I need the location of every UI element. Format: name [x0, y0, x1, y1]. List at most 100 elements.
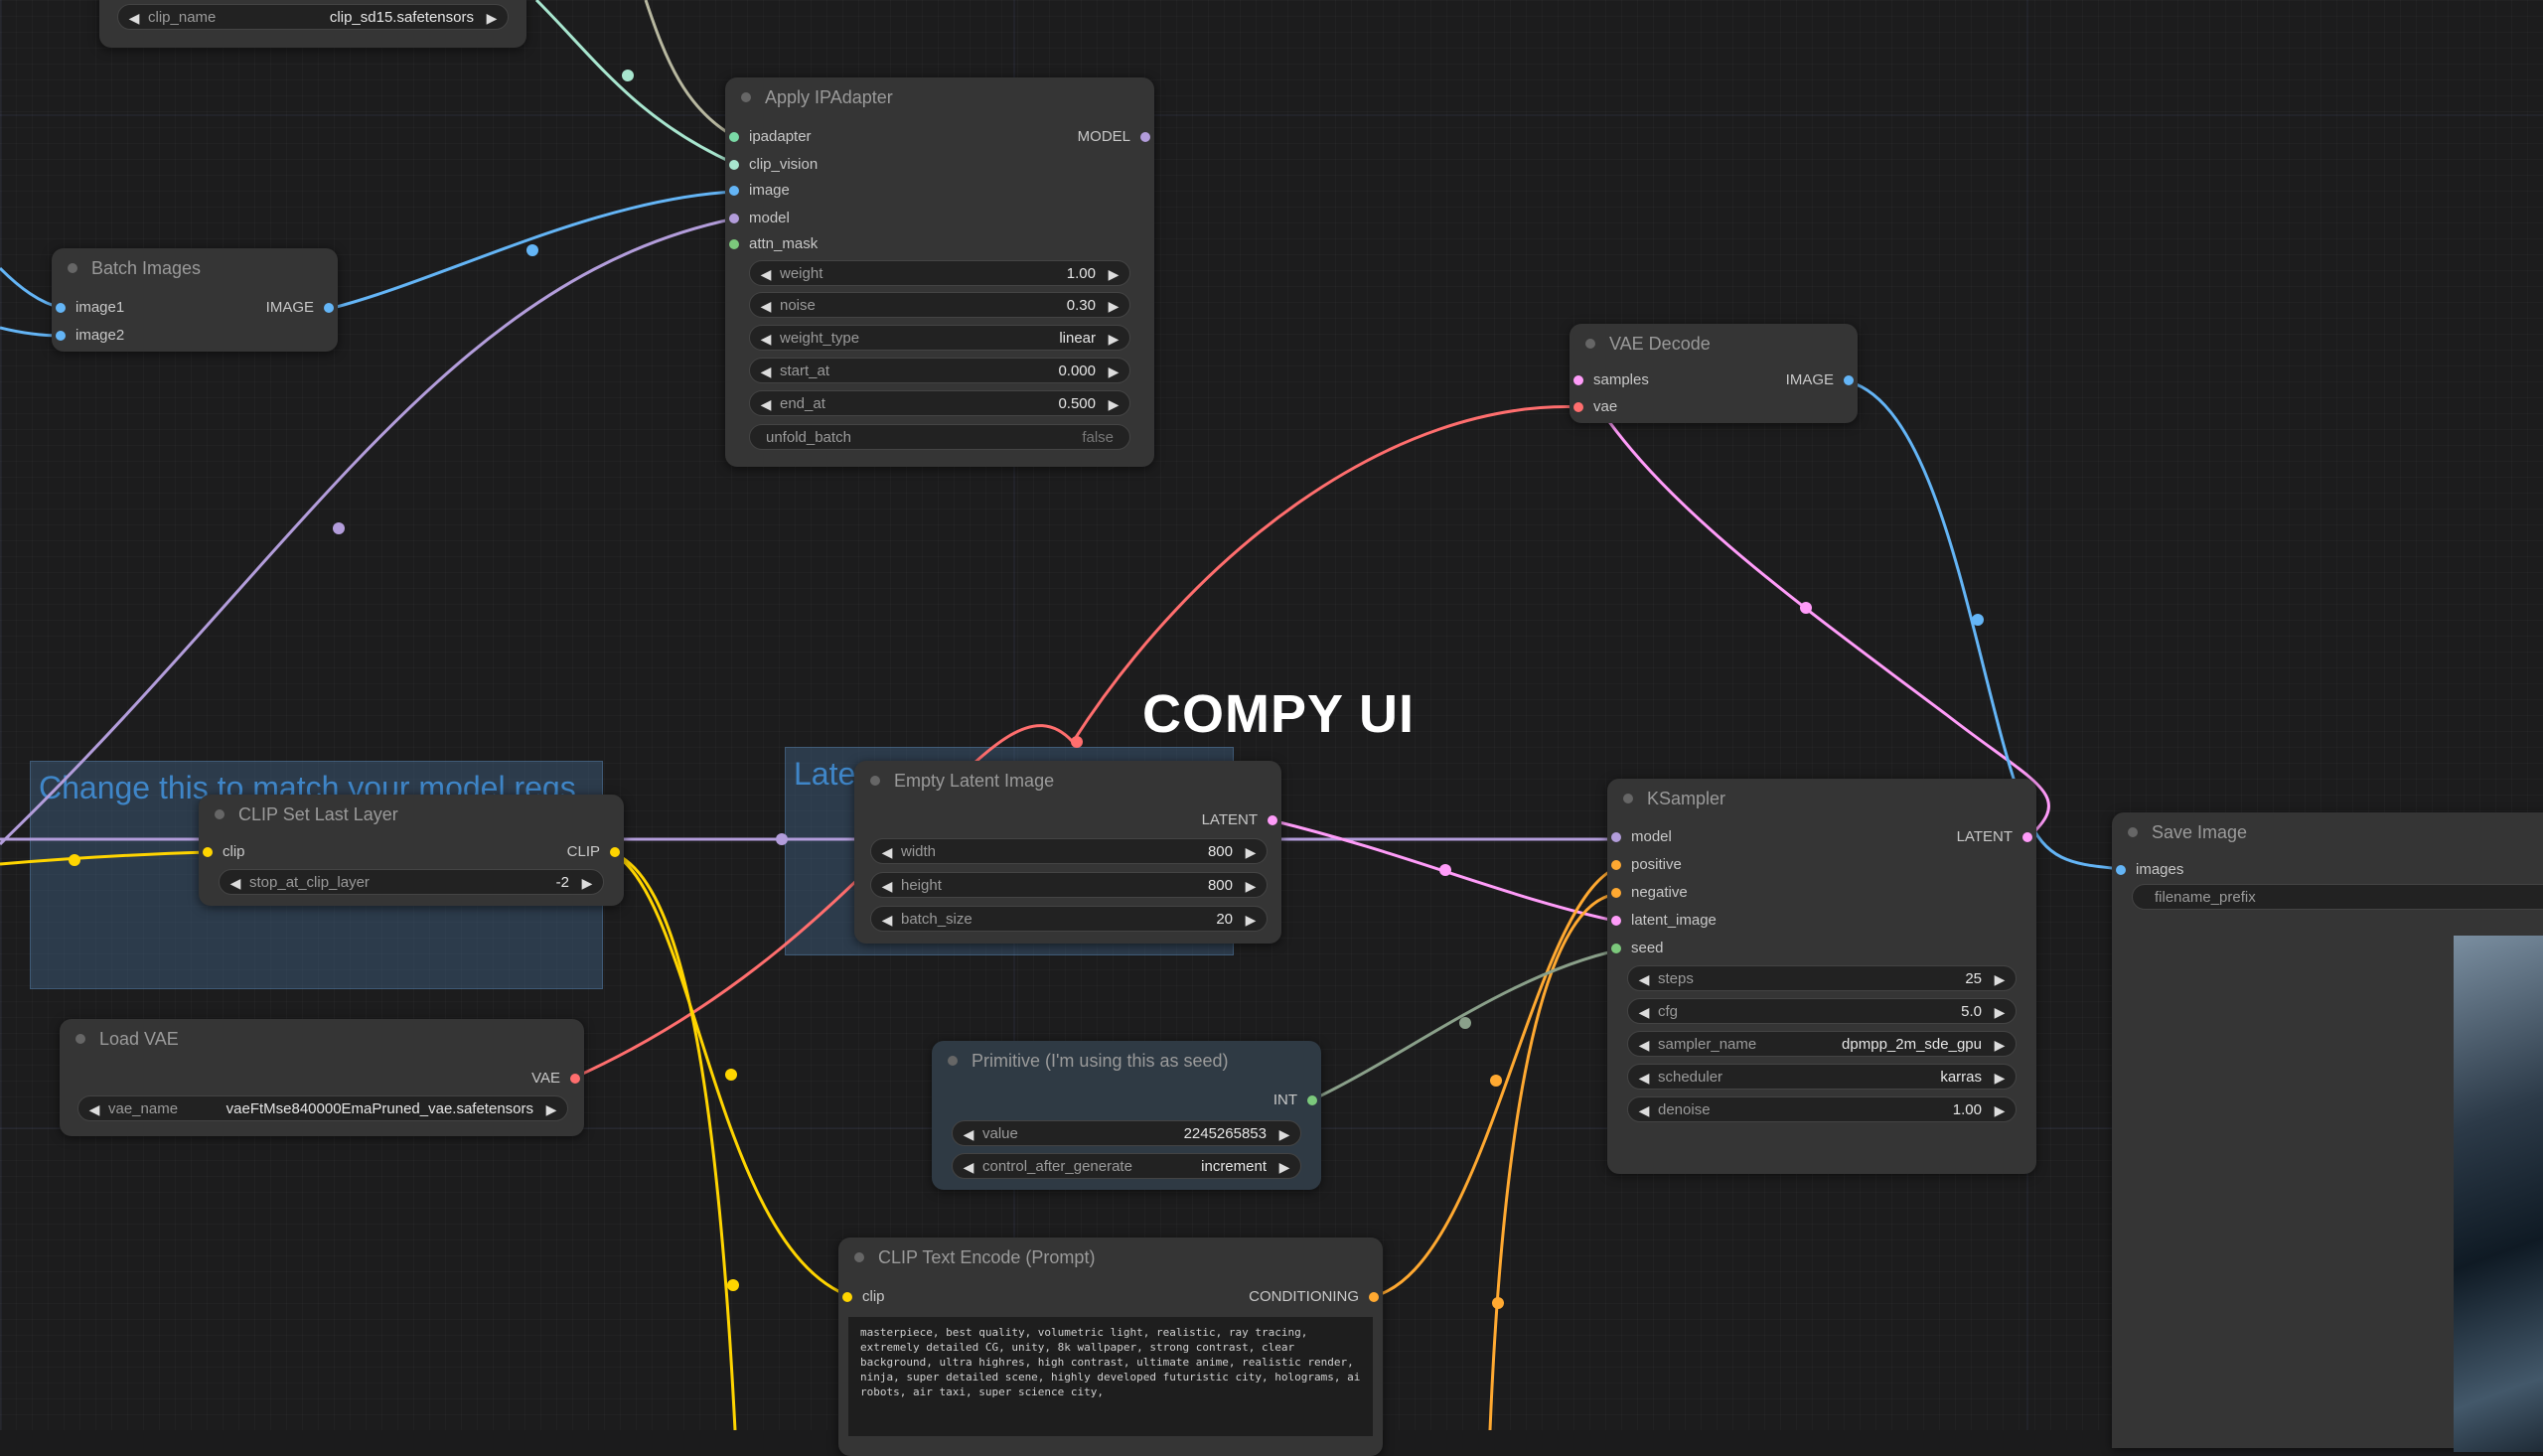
collapse-dot-icon[interactable] [75, 1034, 85, 1044]
input-image1[interactable]: image1 [52, 294, 124, 322]
chevron-left-icon[interactable]: ◀ [84, 1096, 104, 1122]
output-vae[interactable]: VAE [531, 1065, 584, 1092]
node-batch-images[interactable]: Batch Images image1 image2 IMAGE [52, 248, 338, 352]
collapse-dot-icon[interactable] [741, 92, 751, 102]
prompt-textarea[interactable]: masterpiece, best quality, volumetric li… [848, 1317, 1373, 1436]
input-image[interactable]: image [725, 177, 790, 205]
widget-denoise[interactable]: ◀ denoise 1.00 ▶ [1627, 1096, 2017, 1122]
input-clip-vision[interactable]: clip_vision [725, 151, 818, 179]
output-model[interactable]: MODEL [1078, 123, 1154, 151]
node-apply-ipadapter[interactable]: Apply IPAdapter ipadapter clip_vision im… [725, 77, 1154, 467]
output-image[interactable]: IMAGE [1786, 366, 1858, 394]
chevron-left-icon[interactable]: ◀ [1634, 966, 1654, 992]
output-image[interactable]: IMAGE [266, 294, 338, 322]
chevron-left-icon[interactable]: ◀ [124, 5, 144, 31]
chevron-right-icon[interactable]: ▶ [1990, 1097, 2010, 1123]
chevron-right-icon[interactable]: ▶ [1104, 359, 1123, 384]
output-latent[interactable]: LATENT [1957, 823, 2036, 851]
chevron-left-icon[interactable]: ◀ [1634, 1065, 1654, 1091]
node-clip-set-last-layer[interactable]: CLIP Set Last Layer clip CLIP ◀ stop_at_c… [199, 795, 624, 906]
collapse-dot-icon[interactable] [68, 263, 77, 273]
input-negative[interactable]: negative [1607, 879, 1688, 907]
collapse-dot-icon[interactable] [854, 1252, 864, 1262]
chevron-left-icon[interactable]: ◀ [877, 839, 897, 865]
input-ipadapter[interactable]: ipadapter [725, 123, 812, 151]
output-latent[interactable]: LATENT [1202, 806, 1281, 834]
node-save-image[interactable]: Save Image images filename_prefix [2112, 812, 2543, 1452]
chevron-right-icon[interactable]: ▶ [1104, 293, 1123, 319]
node-title[interactable]: Empty Latent Image [854, 761, 1281, 801]
output-conditioning[interactable]: CONDITIONING [1249, 1283, 1383, 1311]
input-latent-image[interactable]: latent_image [1607, 907, 1717, 935]
input-clip[interactable]: clip [199, 838, 245, 866]
chevron-left-icon[interactable]: ◀ [959, 1121, 978, 1147]
widget-steps[interactable]: ◀ steps 25 ▶ [1627, 965, 2017, 991]
chevron-right-icon[interactable]: ▶ [577, 870, 597, 896]
node-title[interactable]: CLIP Set Last Layer [199, 795, 624, 834]
widget-end-at[interactable]: ◀ end_at 0.500 ▶ [749, 390, 1130, 416]
input-clip[interactable]: clip [838, 1283, 885, 1311]
chevron-right-icon[interactable]: ▶ [1990, 999, 2010, 1025]
chevron-left-icon[interactable]: ◀ [959, 1154, 978, 1180]
node-title[interactable]: Load VAE [60, 1019, 584, 1059]
output-int[interactable]: INT [1273, 1087, 1321, 1114]
chevron-right-icon[interactable]: ▶ [1241, 873, 1261, 899]
collapse-dot-icon[interactable] [2128, 827, 2138, 837]
widget-scheduler[interactable]: ◀ scheduler karras ▶ [1627, 1064, 2017, 1090]
widget-clip-name[interactable]: ◀ clip_name clip_sd15.safetensors ▶ [117, 4, 509, 30]
chevron-right-icon[interactable]: ▶ [1274, 1121, 1294, 1147]
node-load-clip-vision[interactable]: ◀ clip_name clip_sd15.safetensors ▶ [99, 0, 526, 48]
widget-sampler-name[interactable]: ◀ sampler_name dpmpp_2m_sde_gpu ▶ [1627, 1031, 2017, 1057]
chevron-right-icon[interactable]: ▶ [1990, 1065, 2010, 1091]
node-title[interactable]: Batch Images [52, 248, 338, 288]
collapse-dot-icon[interactable] [948, 1056, 958, 1066]
widget-control-after-generate[interactable]: ◀ control_after_generate increment ▶ [952, 1153, 1301, 1179]
widget-value[interactable]: ◀ value 2245265853 ▶ [952, 1120, 1301, 1146]
input-attn-mask[interactable]: attn_mask [725, 230, 818, 258]
chevron-right-icon[interactable]: ▶ [1990, 1032, 2010, 1058]
chevron-right-icon[interactable]: ▶ [482, 5, 502, 31]
node-title[interactable]: Apply IPAdapter [725, 77, 1154, 117]
chevron-right-icon[interactable]: ▶ [1274, 1154, 1294, 1180]
widget-vae-name[interactable]: ◀ vae_name vaeFtMse840000EmaPruned_vae.saf… [77, 1095, 568, 1121]
widget-height[interactable]: ◀ height 800 ▶ [870, 872, 1268, 898]
chevron-right-icon[interactable]: ▶ [1990, 966, 2010, 992]
collapse-dot-icon[interactable] [1623, 794, 1633, 803]
node-load-vae[interactable]: Load VAE VAE ◀ vae_name vaeFtMse840000EmaP… [60, 1019, 584, 1136]
generated-image-preview[interactable] [2454, 936, 2543, 1452]
node-ksampler[interactable]: KSampler model positive negative latent_… [1607, 779, 2036, 1174]
chevron-left-icon[interactable]: ◀ [756, 261, 776, 287]
widget-cfg[interactable]: ◀ cfg 5.0 ▶ [1627, 998, 2017, 1024]
chevron-left-icon[interactable]: ◀ [756, 359, 776, 384]
input-seed[interactable]: seed [1607, 935, 1664, 962]
node-title[interactable]: Primitive (I'm using this as seed) [932, 1041, 1321, 1081]
node-title[interactable]: Save Image [2112, 812, 2543, 852]
input-images[interactable]: images [2112, 856, 2183, 884]
widget-weight-type[interactable]: ◀ weight_type linear ▶ [749, 325, 1130, 351]
input-positive[interactable]: positive [1607, 851, 1682, 879]
chevron-left-icon[interactable]: ◀ [756, 391, 776, 417]
chevron-left-icon[interactable]: ◀ [1634, 1097, 1654, 1123]
chevron-left-icon[interactable]: ◀ [877, 907, 897, 933]
node-vae-decode[interactable]: VAE Decode samples vae IMAGE [1570, 324, 1858, 423]
node-primitive[interactable]: Primitive (I'm using this as seed) INT ◀… [932, 1041, 1321, 1190]
chevron-left-icon[interactable]: ◀ [1634, 1032, 1654, 1058]
node-title[interactable]: VAE Decode [1570, 324, 1858, 364]
chevron-right-icon[interactable]: ▶ [1104, 326, 1123, 352]
widget-width[interactable]: ◀ width 800 ▶ [870, 838, 1268, 864]
widget-unfold-batch[interactable]: unfold_batch false [749, 424, 1130, 450]
collapse-dot-icon[interactable] [1585, 339, 1595, 349]
chevron-left-icon[interactable]: ◀ [756, 293, 776, 319]
chevron-left-icon[interactable]: ◀ [877, 873, 897, 899]
node-title[interactable]: CLIP Text Encode (Prompt) [838, 1238, 1383, 1277]
widget-start-at[interactable]: ◀ start_at 0.000 ▶ [749, 358, 1130, 383]
input-model[interactable]: model [1607, 823, 1672, 851]
input-model[interactable]: model [725, 205, 790, 232]
input-vae[interactable]: vae [1570, 393, 1617, 421]
widget-batch-size[interactable]: ◀ batch_size 20 ▶ [870, 906, 1268, 932]
chevron-left-icon[interactable]: ◀ [756, 326, 776, 352]
collapse-dot-icon[interactable] [215, 809, 224, 819]
chevron-right-icon[interactable]: ▶ [541, 1096, 561, 1122]
widget-weight[interactable]: ◀ weight 1.00 ▶ [749, 260, 1130, 286]
widget-noise[interactable]: ◀ noise 0.30 ▶ [749, 292, 1130, 318]
